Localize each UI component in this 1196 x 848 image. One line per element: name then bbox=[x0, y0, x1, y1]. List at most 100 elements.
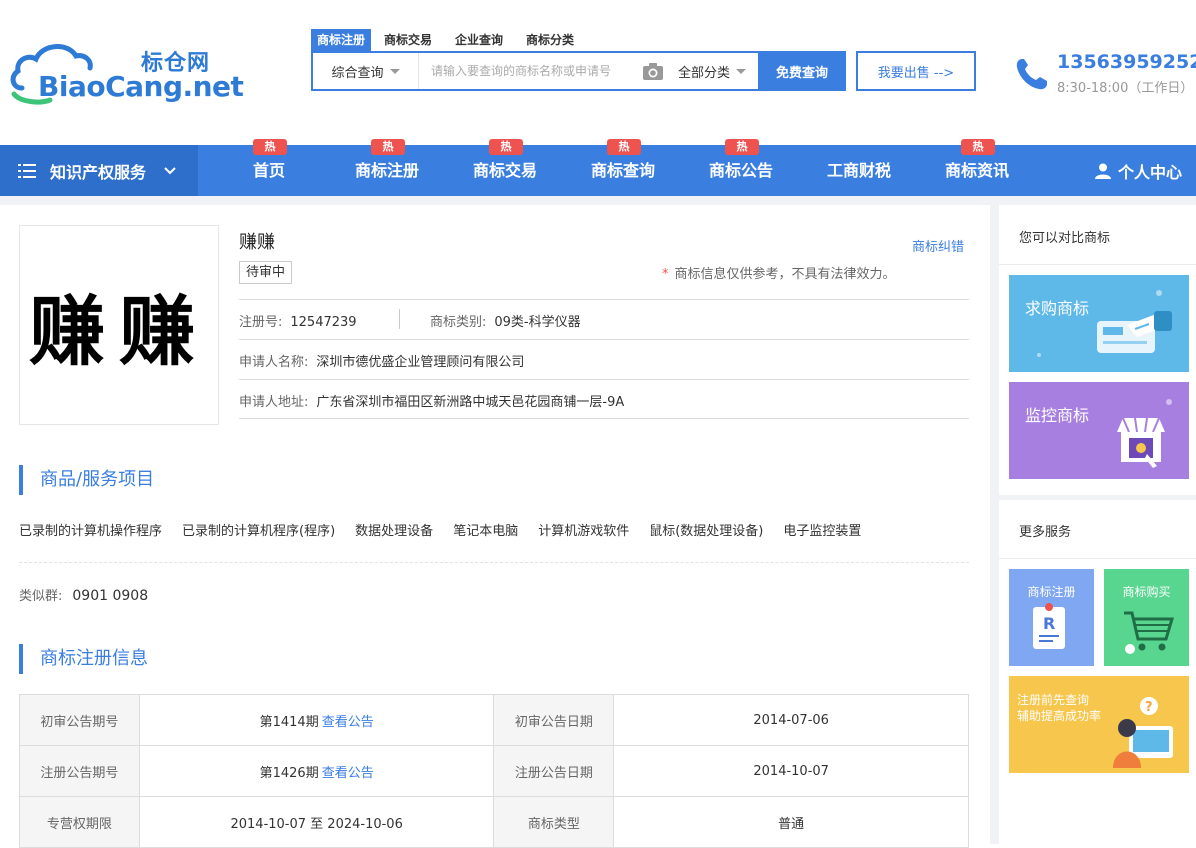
asterisk-icon: * bbox=[662, 267, 669, 282]
divider bbox=[239, 379, 969, 380]
class-value: 09类-科学仪器 bbox=[494, 315, 581, 330]
goods-section-title: 商品/服务项目 bbox=[19, 465, 154, 495]
view-announcement-link[interactable]: 查看公告 bbox=[322, 715, 374, 730]
announcement-number: 第1426期 bbox=[259, 765, 319, 781]
search-category-label: 全部分类 bbox=[678, 65, 731, 81]
buy-service-card[interactable]: 商标购买 bbox=[1104, 569, 1189, 666]
goods-item: 笔记本电脑 bbox=[453, 524, 519, 539]
reg-no-value: 12547239 bbox=[290, 315, 357, 330]
user-center-link[interactable]: 个人中心 bbox=[1094, 145, 1182, 196]
divider bbox=[19, 562, 969, 563]
nav-item-register[interactable]: 热 商标注册 bbox=[337, 139, 437, 196]
search-button[interactable]: 免费查询 bbox=[758, 51, 846, 91]
goods-item: 电子监控装置 bbox=[783, 524, 862, 539]
address-label: 申请人地址: bbox=[239, 395, 309, 410]
more-services-panel: 更多服务 商标注册 R 商标购买 注册前先查询 辅助提高成功率 ? bbox=[999, 500, 1196, 844]
svg-text:?: ? bbox=[1145, 700, 1153, 715]
view-announcement-link[interactable]: 查看公告 bbox=[322, 766, 374, 781]
trademark-image-text: 赚赚 bbox=[29, 287, 209, 376]
divider bbox=[0, 196, 1196, 205]
phone-icon bbox=[1016, 59, 1047, 90]
divider bbox=[999, 264, 1196, 265]
main-nav: 知识产权服务 热 首页 热 商标注册 热 商标交易 热 商标查询 热 商标公告 … bbox=[0, 139, 1196, 196]
compare-title: 您可以对比商标 bbox=[1019, 231, 1111, 246]
logo-en-text: BiaoCang.net bbox=[38, 70, 244, 103]
nav-item-label: 商标交易 bbox=[472, 161, 537, 180]
buy-trademark-card[interactable]: 求购商标 bbox=[1009, 275, 1189, 372]
hot-badge: 热 bbox=[253, 139, 287, 155]
similar-group-value: 0901 0908 bbox=[72, 588, 149, 604]
nav-item-label: 工商财税 bbox=[826, 161, 891, 180]
nav-item-trade[interactable]: 热 商标交易 bbox=[455, 139, 555, 196]
goods-item: 已录制的计算机程序(程序) bbox=[182, 524, 336, 539]
goods-item: 计算机游戏软件 bbox=[538, 524, 630, 539]
menu-icon bbox=[18, 163, 36, 178]
similar-group-label: 类似群: bbox=[19, 589, 63, 604]
hot-badge: 热 bbox=[371, 139, 405, 155]
applicant-value: 深圳市德优盛企业管理顾问有限公司 bbox=[316, 355, 525, 370]
search-tab-trade[interactable]: 商标交易 bbox=[378, 29, 438, 51]
hot-badge: 热 bbox=[961, 139, 995, 155]
table-label-cell: 注册公告日期 bbox=[493, 745, 615, 797]
table-label-cell: 专营权期限 bbox=[19, 796, 140, 848]
registered-document-icon: R bbox=[1033, 603, 1065, 649]
user-center-label: 个人中心 bbox=[1117, 162, 1182, 182]
nav-item-search[interactable]: 热 商标查询 bbox=[573, 139, 673, 196]
site-logo[interactable]: 标仓网 BiaoCang.net bbox=[10, 38, 244, 108]
search-tab-class[interactable]: 商标分类 bbox=[520, 29, 580, 51]
register-service-card[interactable]: 商标注册 R bbox=[1009, 569, 1094, 666]
more-services-title: 更多服务 bbox=[1019, 525, 1072, 540]
trademark-name: 赚赚 bbox=[239, 232, 275, 253]
disclaimer: * 商标信息仅供参考，不具有法律效力。 bbox=[662, 263, 896, 282]
nav-item-label: 首页 bbox=[252, 161, 285, 180]
similar-group: 类似群: 0901 0908 bbox=[19, 585, 148, 604]
divider bbox=[239, 339, 969, 340]
table-label-cell: 商标类型 bbox=[493, 796, 615, 848]
nav-item-news[interactable]: 热 商标资讯 bbox=[927, 139, 1027, 196]
goods-item: 鼠标(数据处理设备) bbox=[649, 524, 764, 539]
report-error-link[interactable]: 商标纠错 bbox=[912, 236, 964, 255]
status-badge: 待审中 bbox=[239, 261, 293, 284]
search-input[interactable] bbox=[419, 53, 642, 89]
user-icon bbox=[1094, 163, 1111, 179]
goods-list: 已录制的计算机操作程序 已录制的计算机程序(程序) 数据处理设备 笔记本电脑 计… bbox=[19, 520, 881, 539]
shop-card-icon bbox=[1117, 399, 1172, 468]
trademark-image: 赚赚 bbox=[19, 225, 219, 425]
search-category-select[interactable]: 全部分类 bbox=[678, 53, 758, 89]
address-row: 申请人地址: 广东省深圳市福田区新洲路中城天邑花园商铺一层-9A bbox=[239, 391, 624, 410]
class-row: 商标类别: 09类-科学仪器 bbox=[430, 311, 581, 330]
search-scope-select[interactable]: 综合查询 bbox=[313, 53, 419, 89]
trademark-detail: 赚赚 赚赚 待审中 商标纠错 * 商标信息仅供参考，不具有法律效力。 注册号: 12… bbox=[0, 205, 990, 848]
ip-service-menu[interactable]: 知识产权服务 bbox=[0, 145, 198, 196]
goods-item: 数据处理设备 bbox=[355, 524, 434, 539]
registration-section-title: 商标注册信息 bbox=[19, 644, 148, 674]
nav-item-home[interactable]: 热 首页 bbox=[219, 139, 319, 196]
nav-item-finance-tax[interactable]: 工商财税 bbox=[809, 145, 909, 196]
nav-item-announcement[interactable]: 热 商标公告 bbox=[691, 139, 791, 196]
table-value-cell: 2014-10-07 bbox=[613, 745, 969, 797]
svg-text:R: R bbox=[1043, 614, 1055, 633]
phone-number: 13563959252 bbox=[1057, 51, 1196, 73]
search-tab-register[interactable]: 商标注册 bbox=[311, 29, 372, 51]
monitor-trademark-card[interactable]: 监控商标 bbox=[1009, 382, 1189, 479]
hot-badge: 热 bbox=[607, 139, 641, 155]
announcement-number: 第1414期 bbox=[259, 714, 319, 730]
camera-icon[interactable] bbox=[642, 60, 664, 82]
sell-trademark-button[interactable]: 我要出售 --> bbox=[856, 51, 976, 91]
nav-item-label: 商标资讯 bbox=[944, 161, 1009, 180]
search-tab-company[interactable]: 企业查询 bbox=[449, 29, 509, 51]
table-row: 注册公告期号 第1426期 查看公告 注册公告日期 2014-10-07 bbox=[19, 745, 969, 797]
ip-service-label: 知识产权服务 bbox=[50, 162, 147, 182]
reg-no-label: 注册号: bbox=[239, 315, 283, 330]
nav-item-label: 商标公告 bbox=[708, 161, 773, 180]
table-value-cell: 2014-07-06 bbox=[613, 694, 969, 746]
consult-service-card[interactable]: 注册前先查询 辅助提高成功率 ? bbox=[1009, 676, 1189, 773]
search-scope-label: 综合查询 bbox=[331, 65, 384, 81]
compare-panel: 您可以对比商标 求购商标 监控商标 bbox=[999, 205, 1196, 495]
table-label-cell: 初审公告日期 bbox=[493, 694, 615, 746]
table-row: 初审公告期号 第1414期 查看公告 初审公告日期 2014-07-06 bbox=[19, 694, 969, 746]
hot-badge: 热 bbox=[489, 139, 523, 155]
chevron-down-icon bbox=[389, 68, 400, 74]
class-label: 商标类别: bbox=[430, 315, 487, 330]
table-row: 专营权期限 2014-10-07 至 2024-10-06 商标类型 普通 bbox=[19, 796, 969, 848]
